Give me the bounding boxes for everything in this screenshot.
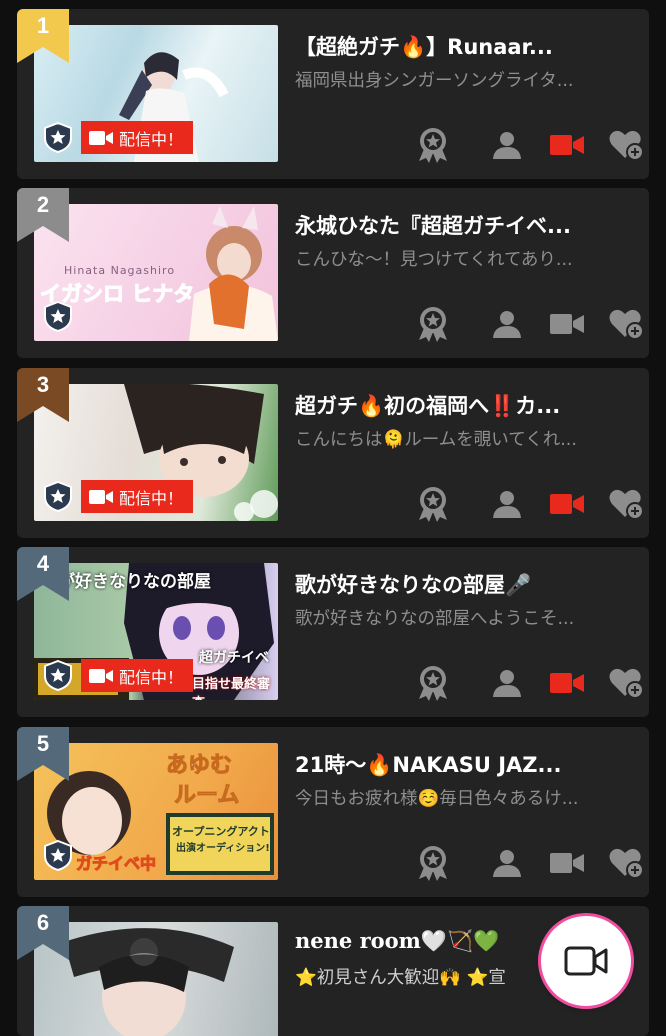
rank-badge: 6 (17, 906, 69, 960)
live-label: 配信中！ (119, 667, 184, 687)
room-actions (413, 304, 644, 344)
thumbnail-image (64, 928, 234, 1036)
award-icon[interactable] (413, 304, 453, 344)
room-card[interactable]: が好きなりなの部屋 超ガチイベ 目指せ最終審査 配信中！ 4 歌が好きなりなの部… (17, 547, 649, 717)
room-title[interactable]: 21時〜🔥NAKASU JAZ... (295, 749, 635, 779)
video-camera-icon (89, 130, 113, 145)
heart-add-icon[interactable] (607, 125, 647, 165)
award-icon[interactable] (413, 663, 453, 703)
rank-badge: 3 (17, 368, 69, 422)
rank-badge: 1 (17, 9, 69, 63)
room-description: 福岡県出身シンガーソングライタ... (295, 71, 574, 91)
heart-add-icon[interactable] (607, 304, 647, 344)
thumbnail-caption: あゆむ (165, 753, 233, 779)
thumbnail-caption: 出演オーディション! (176, 843, 270, 854)
room-description: こんにちは🫠ルームを覗いてくれ... (295, 430, 577, 450)
video-camera-icon[interactable] (547, 663, 587, 703)
video-camera-icon (89, 489, 113, 504)
video-camera-icon (89, 668, 113, 683)
thumbnail-caption: ルーム (173, 783, 240, 809)
award-icon[interactable] (413, 484, 453, 524)
award-icon[interactable] (413, 843, 453, 883)
room-thumbnail[interactable]: 配信中！ (34, 25, 278, 162)
live-label: 配信中！ (119, 488, 184, 508)
video-camera-icon[interactable] (547, 484, 587, 524)
live-badge: 配信中！ (81, 659, 193, 692)
room-title[interactable]: 歌が好きなりなの部屋🎤 (295, 569, 635, 599)
rank-number: 2 (36, 192, 50, 217)
rank-number: 1 (36, 13, 50, 38)
user-icon[interactable] (487, 304, 527, 344)
room-thumbnail[interactable] (34, 922, 278, 1036)
room-card[interactable]: あゆむ ルーム オープニングアクト 出演オーディション! ガチイベ中 5 21時… (17, 727, 649, 897)
room-actions (413, 843, 644, 883)
room-title[interactable]: 超ガチ🔥初の福岡へ‼️カ... (295, 390, 635, 420)
room-title[interactable]: 永城ひなた『超超ガチイベ... (295, 210, 635, 240)
rank-badge: 2 (17, 188, 69, 242)
thumbnail-caption: ガチイベ中 (75, 854, 157, 874)
rank-number: 4 (36, 551, 50, 576)
thumbnail-caption: 超ガチイベ (199, 650, 269, 666)
star-shield-icon (42, 480, 74, 513)
rank-badge: 4 (17, 547, 69, 601)
room-thumbnail[interactable]: あゆむ ルーム オープニングアクト 出演オーディション! ガチイベ中 (34, 743, 278, 880)
room-description: 歌が好きなりなの部屋へようこそ... (295, 609, 575, 629)
user-icon[interactable] (487, 484, 527, 524)
heart-add-icon[interactable] (607, 484, 647, 524)
room-card[interactable]: 配信中！ 3 超ガチ🔥初の福岡へ‼️カ... こんにちは🫠ルームを覗いてくれ..… (17, 368, 649, 538)
rank-number: 5 (36, 731, 50, 756)
room-title[interactable]: 【超絶ガチ🔥】Runaar... (295, 31, 635, 61)
video-camera-icon[interactable] (547, 125, 587, 165)
thumbnail-caption: が好きなりなの部屋 (58, 572, 211, 592)
heart-add-icon[interactable] (607, 843, 647, 883)
thumbnail-caption: オープニングアクト (172, 825, 270, 838)
user-icon[interactable] (487, 843, 527, 883)
video-camera-icon (564, 946, 608, 976)
room-actions (413, 125, 644, 165)
live-badge: 配信中！ (81, 480, 193, 513)
video-camera-icon[interactable] (547, 304, 587, 344)
room-thumbnail[interactable]: が好きなりなの部屋 超ガチイベ 目指せ最終審査 配信中！ (34, 563, 278, 700)
live-badge: 配信中！ (81, 121, 193, 154)
room-thumbnail[interactable]: Hinata Nagashiro イガシロ ヒナタ (34, 204, 278, 341)
room-description: 今日もお疲れ様☺️毎日色々あるけ... (295, 789, 579, 809)
live-label: 配信中！ (119, 129, 184, 149)
rank-number: 3 (36, 372, 50, 397)
star-shield-icon (42, 659, 74, 692)
user-icon[interactable] (487, 125, 527, 165)
room-card[interactable]: 配信中！ 1 【超絶ガチ🔥】Runaar... 福岡県出身シンガーソングライタ.… (17, 9, 649, 179)
star-shield-icon (42, 839, 74, 872)
room-actions (413, 663, 644, 703)
room-description: こんひな〜！見つけてくれてあり... (295, 250, 573, 270)
thumbnail-caption: 目指せ最終審査 (192, 677, 271, 700)
room-card[interactable]: Hinata Nagashiro イガシロ ヒナタ 2 永城ひなた『超超ガチイベ… (17, 188, 649, 358)
rank-number: 6 (36, 910, 50, 935)
star-shield-icon (42, 121, 74, 154)
video-camera-icon[interactable] (547, 843, 587, 883)
room-list: 配信中！ 1 【超絶ガチ🔥】Runaar... 福岡県出身シンガーソングライタ.… (0, 0, 666, 1036)
room-actions (413, 484, 644, 524)
thumbnail-caption: Hinata Nagashiro (64, 264, 176, 277)
room-thumbnail[interactable]: 配信中！ (34, 384, 278, 521)
star-shield-icon (42, 300, 74, 333)
award-icon[interactable] (413, 125, 453, 165)
heart-add-icon[interactable] (607, 663, 647, 703)
start-broadcast-button[interactable] (541, 916, 631, 1006)
user-icon[interactable] (487, 663, 527, 703)
rank-badge: 5 (17, 727, 69, 781)
